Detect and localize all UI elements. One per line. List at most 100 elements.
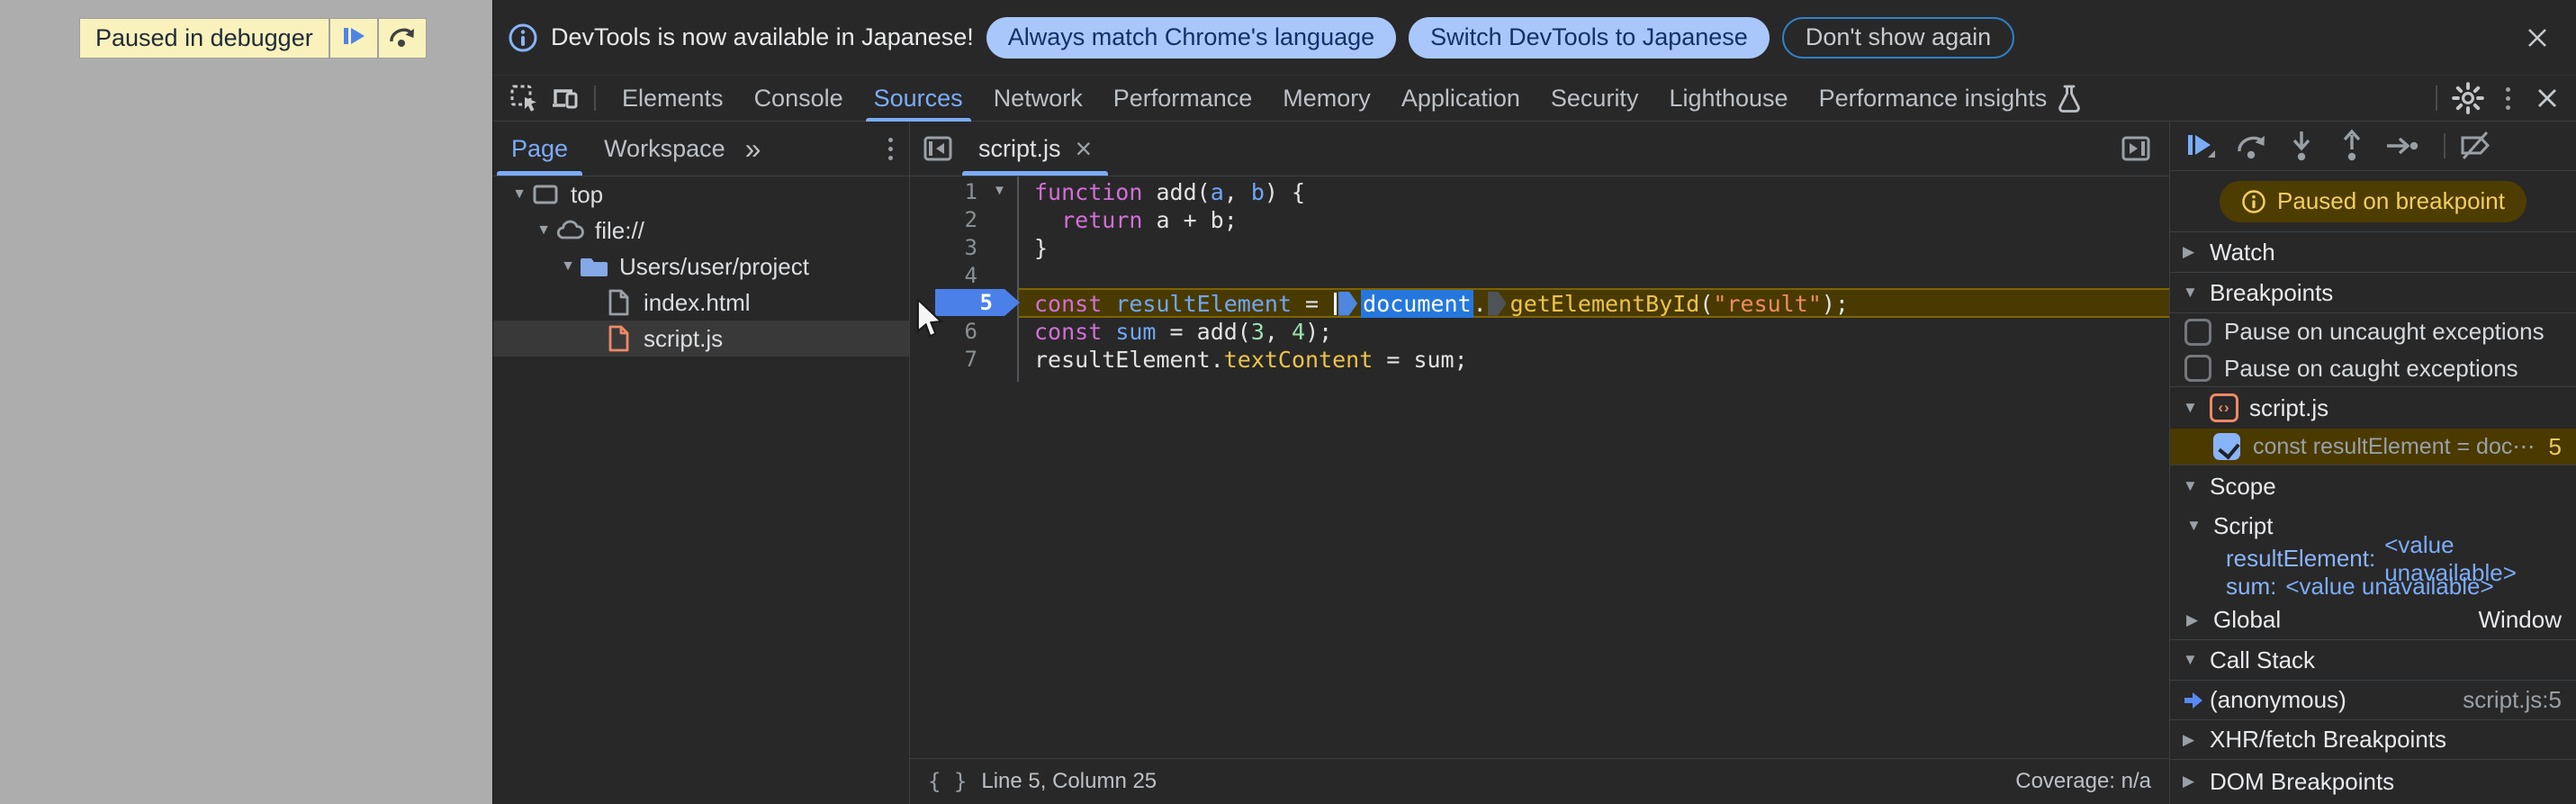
pause-caught-checkbox[interactable]: [2184, 355, 2211, 382]
section-dom-breakpoints[interactable]: ▶ DOM Breakpoints: [2170, 760, 2576, 803]
scope-variable-sum[interactable]: sum: <value unavailable>: [2170, 573, 2576, 601]
tab-network[interactable]: Network: [978, 76, 1098, 122]
more-tabs-chevron[interactable]: »: [745, 132, 761, 166]
scope-global-group[interactable]: ▶ Global Window: [2170, 601, 2576, 640]
collapse-arrow-icon[interactable]: ▶: [2183, 772, 2210, 790]
cursor-position: Line 5, Column 25: [981, 769, 1157, 793]
line-number[interactable]: 3: [910, 234, 1017, 262]
collapse-arrow-icon[interactable]: ▶: [2186, 611, 2213, 629]
step-over-icon[interactable]: [2231, 127, 2271, 165]
code-editor[interactable]: ▼ 1 function add(a, b) { 2 return a + b; …: [910, 176, 2169, 758]
line-number[interactable]: 7: [910, 346, 1017, 374]
tree-item-project-folder[interactable]: ▼ Users/user/project: [493, 248, 909, 285]
toast-resume-button[interactable]: [329, 19, 377, 58]
tab-console[interactable]: Console: [739, 76, 859, 122]
section-call-stack[interactable]: ▼ Call Stack: [2170, 640, 2576, 681]
line-number[interactable]: 2: [910, 206, 1017, 234]
execution-line-badge[interactable]: 5: [935, 289, 1020, 316]
expand-arrow-icon[interactable]: ▼: [556, 258, 580, 275]
tree-item-top[interactable]: ▼ top: [493, 176, 909, 212]
code-token: function: [1034, 179, 1143, 205]
tree-item-index-html[interactable]: index.html: [493, 285, 909, 321]
code-token: );: [1821, 291, 1849, 317]
code-line-current[interactable]: const resultElement = document. getElemen…: [910, 290, 2169, 318]
navigator-more-kebab-icon[interactable]: [888, 137, 893, 160]
tab-close-icon[interactable]: ×: [1076, 134, 1093, 163]
more-kebab-icon[interactable]: [2488, 78, 2527, 118]
pause-caught-row[interactable]: Pause on caught exceptions: [2170, 350, 2576, 387]
code-line[interactable]: 2 return a + b;: [910, 206, 2169, 234]
switch-to-japanese-button[interactable]: Switch DevTools to Japanese: [1409, 16, 1770, 59]
line-number[interactable]: 4: [910, 262, 1017, 290]
dont-show-again-button[interactable]: Don't show again: [1781, 16, 2015, 59]
pretty-print-icon[interactable]: { }: [928, 769, 967, 794]
code-token: =: [1292, 291, 1333, 317]
section-dom-label: DOM Breakpoints: [2210, 767, 2395, 795]
tab-performance-insights[interactable]: Performance insights: [1804, 76, 2099, 122]
infobar-close-icon[interactable]: [2522, 23, 2553, 53]
pause-uncaught-checkbox[interactable]: [2184, 318, 2211, 346]
frame-name: (anonymous): [2210, 686, 2346, 713]
step-icon[interactable]: [2382, 127, 2422, 165]
inline-step-marker[interactable]: [1487, 291, 1507, 316]
variable-name: resultElement:: [2226, 545, 2376, 572]
expand-arrow-icon[interactable]: ▼: [2183, 399, 2210, 417]
section-scope[interactable]: ▼ Scope: [2170, 465, 2576, 507]
call-stack-frame[interactable]: (anonymous) script.js:5: [2170, 681, 2576, 720]
expand-arrow-icon[interactable]: ▼: [2183, 477, 2210, 495]
devtools-close-icon[interactable]: [2527, 78, 2567, 118]
breakpoint-entry[interactable]: const resultElement = doc⋯ 5: [2170, 429, 2576, 465]
device-toolbar-icon[interactable]: [544, 78, 583, 118]
tab-memory[interactable]: Memory: [1267, 76, 1386, 122]
always-match-language-button[interactable]: Always match Chrome's language: [986, 16, 1397, 59]
frame-location: script.js:5: [2463, 686, 2562, 713]
expand-arrow-icon[interactable]: ▼: [508, 186, 531, 203]
code-fold-arrow-icon[interactable]: ▼: [993, 183, 1006, 198]
tab-lighthouse[interactable]: Lighthouse: [1653, 76, 1803, 122]
tab-security[interactable]: Security: [1536, 76, 1654, 122]
scope-variable-resultelement[interactable]: resultElement: <value unavailable>: [2170, 531, 2576, 586]
code-line[interactable]: 1 function add(a, b) {: [910, 178, 2169, 206]
step-into-icon[interactable]: [2282, 127, 2321, 165]
code-line[interactable]: 4: [910, 262, 2169, 290]
breakpoint-file-group[interactable]: ▼ ‹› script.js: [2170, 387, 2576, 429]
collapse-arrow-icon[interactable]: ▶: [2183, 243, 2210, 261]
expand-arrow-icon[interactable]: ▼: [532, 222, 555, 239]
inspect-icon[interactable]: [504, 78, 544, 118]
frame-icon: [531, 180, 560, 209]
collapse-arrow-icon[interactable]: ▶: [2183, 731, 2210, 749]
pause-uncaught-row[interactable]: Pause on uncaught exceptions: [2170, 313, 2576, 350]
breakpoint-enabled-checkbox[interactable]: [2213, 433, 2240, 460]
tab-sources[interactable]: Sources: [859, 76, 978, 122]
code-token: 4: [1292, 319, 1306, 345]
expand-arrow-icon[interactable]: ▼: [2183, 284, 2210, 302]
step-out-icon[interactable]: [2332, 127, 2372, 165]
tab-performance[interactable]: Performance: [1098, 76, 1268, 122]
code-line[interactable]: 6 const sum = add(3, 4);: [910, 318, 2169, 346]
navigator-tab-page[interactable]: Page: [493, 122, 586, 176]
editor-tab-script-js[interactable]: script.js ×: [959, 122, 1112, 176]
navigator-tab-workspace[interactable]: Workspace: [586, 122, 743, 176]
toggle-navigator-panel-icon[interactable]: [917, 128, 959, 169]
tree-item-file-protocol[interactable]: ▼ file://: [493, 212, 909, 248]
tree-item-script-js[interactable]: script.js: [493, 321, 909, 357]
code-line[interactable]: 3}: [910, 234, 2169, 262]
code-line[interactable]: 7 resultElement.textContent = sum;: [910, 346, 2169, 374]
section-breakpoints[interactable]: ▼ Breakpoints: [2170, 273, 2576, 313]
section-xhr-breakpoints[interactable]: ▶ XHR/fetch Breakpoints: [2170, 720, 2576, 760]
deactivate-breakpoints-icon[interactable]: [2456, 127, 2496, 165]
scope-global-value: Window: [2478, 606, 2562, 633]
info-circle-icon: [508, 23, 538, 53]
inline-step-marker-active[interactable]: [1338, 291, 1358, 316]
code-token: sum: [1115, 319, 1157, 345]
section-watch[interactable]: ▶ Watch: [2170, 232, 2576, 273]
settings-gear-icon[interactable]: [2448, 78, 2488, 118]
tab-application[interactable]: Application: [1386, 76, 1536, 122]
expand-arrow-icon[interactable]: ▼: [2186, 517, 2213, 535]
toggle-debugger-panel-icon[interactable]: [2115, 128, 2157, 169]
resume-icon[interactable]: [2181, 127, 2220, 165]
expand-arrow-icon[interactable]: ▼: [2183, 651, 2210, 669]
toast-step-over-button[interactable]: [378, 19, 426, 58]
tab-elements[interactable]: Elements: [607, 76, 739, 122]
